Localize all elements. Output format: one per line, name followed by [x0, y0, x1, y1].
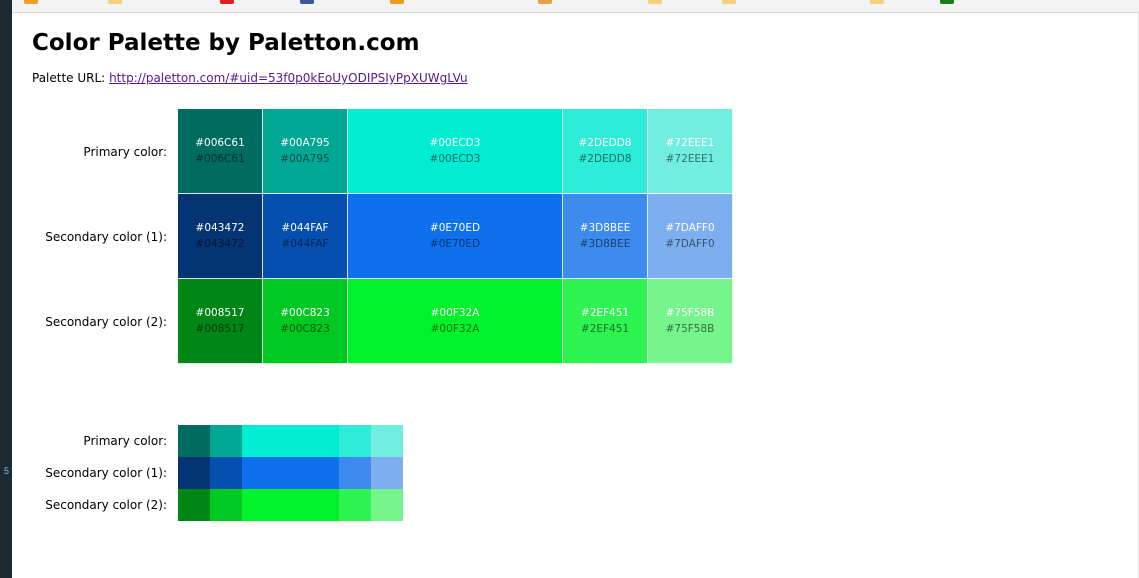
mini-swatch[interactable] — [178, 425, 210, 457]
hex-label-light: #006C61 — [195, 137, 245, 149]
hex-label-dark: #00ECD3 — [429, 153, 481, 165]
hex-label-light: #2DEDD8 — [578, 137, 632, 149]
hex-label-light: #7DAFF0 — [665, 222, 715, 234]
row-label-secondary-2: Secondary color (2): — [45, 315, 167, 329]
palette-row-secondary-2: #008517 #008517 #00C823 #00C823 #00F32A #00… — [178, 279, 733, 364]
mini-swatch[interactable] — [178, 457, 210, 489]
hex-label-dark: #72EEE1 — [665, 153, 715, 165]
bookmark-favicon[interactable] — [390, 0, 404, 4]
hex-label-dark: #006C61 — [195, 153, 245, 165]
bookmark-favicon[interactable] — [24, 0, 38, 4]
color-swatch[interactable]: #008517 #008517 — [178, 279, 263, 364]
bookmark-favicon[interactable] — [300, 0, 314, 4]
palette-url-link[interactable]: http://paletton.com/#uid=53f0p0kEoUyODIP… — [109, 71, 468, 85]
bookmark-favicon[interactable] — [940, 0, 954, 4]
bookmark-favicon[interactable] — [108, 0, 122, 4]
color-swatch[interactable]: #00ECD3 #00ECD3 — [348, 109, 563, 194]
page-title: Color Palette by Paletton.com — [32, 30, 420, 56]
hex-label-dark: #008517 — [195, 323, 245, 335]
color-swatch[interactable]: #044FAF #044FAF — [263, 194, 348, 279]
hex-label-dark: #2EF451 — [580, 323, 630, 335]
color-swatch[interactable]: #00C823 #00C823 — [263, 279, 348, 364]
hex-label-dark: #7DAFF0 — [665, 238, 715, 250]
color-swatch[interactable]: #0E70ED #0E70ED — [348, 194, 563, 279]
color-swatch[interactable]: #7DAFF0 #7DAFF0 — [648, 194, 733, 279]
hex-label-dark: #044FAF — [281, 238, 329, 250]
browser-viewport: 5 Color Palette by Paletton.com Palette … — [0, 0, 1139, 578]
color-swatch[interactable]: #2DEDD8 #2DEDD8 — [563, 109, 648, 194]
mini-swatch[interactable] — [371, 489, 403, 521]
hex-label-dark: #2DEDD8 — [578, 153, 632, 165]
hex-label-dark: #75F58B — [665, 323, 715, 335]
hex-label-light: #00F32A — [430, 307, 480, 319]
palette-row-primary: #006C61 #006C61 #00A795 #00A795 #00ECD3 #00… — [178, 109, 733, 194]
bookmark-favicon[interactable] — [538, 0, 552, 4]
bookmark-favicon[interactable] — [220, 0, 234, 4]
mini-swatch[interactable] — [339, 425, 371, 457]
color-swatch[interactable]: #043472 #043472 — [178, 194, 263, 279]
mini-swatch[interactable] — [210, 425, 242, 457]
mini-row-primary — [178, 425, 403, 457]
color-swatch[interactable]: #00F32A #00F32A — [348, 279, 563, 364]
bookmark-favicon[interactable] — [722, 0, 736, 4]
hex-label-light: #00A795 — [280, 137, 330, 149]
mini-row-label-primary: Primary color: — [83, 434, 167, 448]
color-swatch[interactable]: #2EF451 #2EF451 — [563, 279, 648, 364]
mini-swatch[interactable] — [242, 489, 339, 521]
color-swatch[interactable]: #3D8BEE #3D8BEE — [563, 194, 648, 279]
palette-url-line: Palette URL: http://paletton.com/#uid=53… — [32, 71, 468, 85]
mini-swatch[interactable] — [339, 489, 371, 521]
mini-swatch[interactable] — [210, 457, 242, 489]
desktop-edge: 5 — [0, 0, 12, 578]
hex-label-light: #2EF451 — [580, 307, 630, 319]
palette-url-label: Palette URL: — [32, 71, 106, 85]
hex-label-light: #00C823 — [280, 307, 330, 319]
hex-label-dark: #00A795 — [280, 153, 330, 165]
bookmark-favicon[interactable] — [870, 0, 884, 4]
mini-palette-grid — [178, 425, 403, 521]
hex-label-light: #72EEE1 — [665, 137, 715, 149]
hex-label-light: #044FAF — [281, 222, 329, 234]
mini-swatch[interactable] — [242, 425, 339, 457]
hex-label-light: #75F58B — [665, 307, 715, 319]
color-swatch[interactable]: #72EEE1 #72EEE1 — [648, 109, 733, 194]
palette-row-secondary-1: #043472 #043472 #044FAF #044FAF #0E70ED #0E… — [178, 194, 733, 279]
mini-row-secondary-1 — [178, 457, 403, 489]
hex-label-light: #008517 — [195, 307, 245, 319]
color-swatch[interactable]: #006C61 #006C61 — [178, 109, 263, 194]
mini-swatch[interactable] — [210, 489, 242, 521]
hex-label-dark: #043472 — [195, 238, 245, 250]
mini-swatch[interactable] — [371, 425, 403, 457]
palette-grid: #006C61 #006C61 #00A795 #00A795 #00ECD3 #00… — [178, 109, 733, 364]
mini-row-label-secondary-1: Secondary color (1): — [45, 466, 167, 480]
hex-label-dark: #00C823 — [280, 323, 330, 335]
hex-label-dark: #0E70ED — [429, 238, 481, 250]
color-swatch[interactable]: #75F58B #75F58B — [648, 279, 733, 364]
row-label-primary: Primary color: — [83, 145, 167, 159]
hex-label-light: #0E70ED — [429, 222, 481, 234]
desktop-edge-glyph: 5 — [4, 466, 10, 476]
mini-row-secondary-2 — [178, 489, 403, 521]
mini-swatch[interactable] — [339, 457, 371, 489]
hex-label-light: #00ECD3 — [429, 137, 481, 149]
hex-label-dark: #00F32A — [430, 323, 480, 335]
mini-swatch[interactable] — [178, 489, 210, 521]
bookmarks-bar — [12, 0, 1139, 13]
row-label-secondary-1: Secondary color (1): — [45, 230, 167, 244]
bookmark-favicon[interactable] — [648, 0, 662, 4]
mini-row-label-secondary-2: Secondary color (2): — [45, 498, 167, 512]
color-swatch[interactable]: #00A795 #00A795 — [263, 109, 348, 194]
mini-swatch[interactable] — [371, 457, 403, 489]
hex-label-dark: #3D8BEE — [579, 238, 631, 250]
hex-label-light: #043472 — [195, 222, 245, 234]
mini-swatch[interactable] — [242, 457, 339, 489]
hex-label-light: #3D8BEE — [579, 222, 631, 234]
